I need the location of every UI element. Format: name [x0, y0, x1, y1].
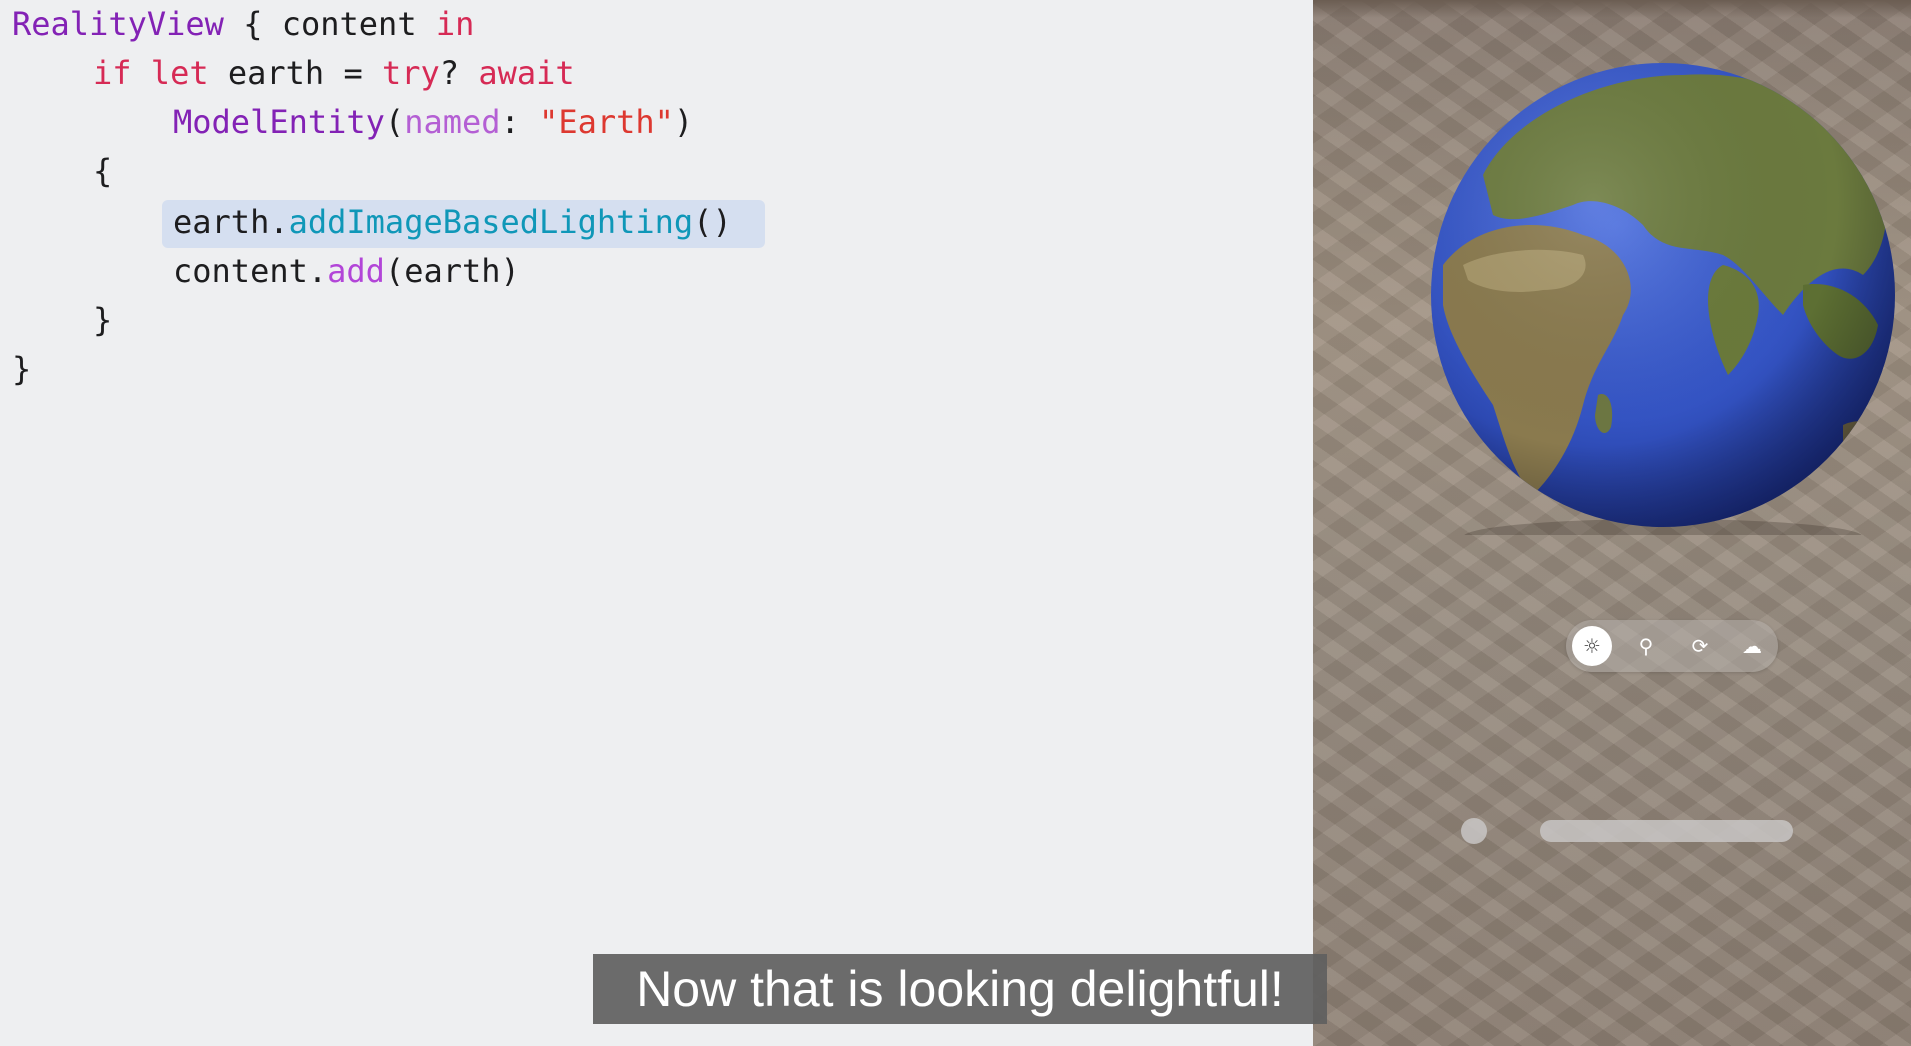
code-line-6: content.add(earth) — [173, 247, 520, 296]
string-token: "Earth" — [539, 103, 674, 141]
reality-preview: ☼ ⚲ ⟳ ☁ — [1313, 0, 1911, 1046]
room-shadow — [1313, 0, 1911, 18]
keyword-token: try — [381, 54, 440, 92]
parameter-token: named — [404, 103, 501, 141]
keyword-token: in — [435, 5, 475, 43]
code-line-7: } — [93, 296, 112, 345]
punctuation-token: } — [93, 301, 113, 339]
globe-shading — [1431, 63, 1895, 527]
keyword-token: let — [150, 54, 209, 92]
earth-globe — [1431, 63, 1895, 535]
punctuation-token: () — [693, 203, 732, 241]
type-token: RealityView — [12, 5, 224, 43]
punctuation-token: (earth) — [384, 252, 520, 290]
keyword-token: if — [93, 54, 132, 92]
code-line-8: } — [12, 345, 31, 394]
continent-australia — [1843, 421, 1895, 495]
code-line-3: ModelEntity(named: "Earth") — [173, 98, 693, 147]
cloud-sun-icon[interactable]: ☁ — [1732, 626, 1772, 666]
punctuation-token: ? — [439, 54, 479, 92]
ornament-toolbar: ☼ ⚲ ⟳ ☁ — [1566, 620, 1778, 672]
code-line-4: { — [93, 147, 112, 196]
rotate-icon[interactable]: ⟳ — [1680, 626, 1720, 666]
type-token: ModelEntity — [173, 103, 385, 141]
window-close-dot[interactable] — [1461, 818, 1487, 844]
code-editor: RealityView { content in if let earth = … — [0, 0, 1313, 1046]
identifier-token: earth = — [208, 54, 382, 92]
joystick-icon[interactable]: ⚲ — [1626, 626, 1666, 666]
identifier-token: earth. — [173, 203, 289, 241]
code-line-5: earth.addImageBasedLighting() — [173, 198, 732, 247]
function-token: addImageBasedLighting — [288, 203, 694, 241]
subtitle-caption: Now that is looking delightful! — [593, 954, 1327, 1024]
code-line-2: if let earth = try? await — [93, 49, 575, 98]
identifier-token: content — [281, 5, 417, 43]
identifier-token: content. — [173, 252, 328, 290]
punctuation-token: : — [500, 103, 540, 141]
punctuation-token: } — [12, 350, 32, 388]
window-grab-bar[interactable] — [1540, 820, 1793, 842]
function-token: add — [327, 252, 385, 290]
punctuation-token: { — [93, 152, 113, 190]
keyword-token: await — [478, 54, 575, 92]
code-line-1: RealityView { content in — [12, 0, 474, 49]
punctuation-token: ) — [673, 103, 694, 141]
punctuation-token: ( — [384, 103, 405, 141]
sun-icon[interactable]: ☼ — [1572, 626, 1612, 666]
punctuation-token: { — [223, 5, 282, 43]
